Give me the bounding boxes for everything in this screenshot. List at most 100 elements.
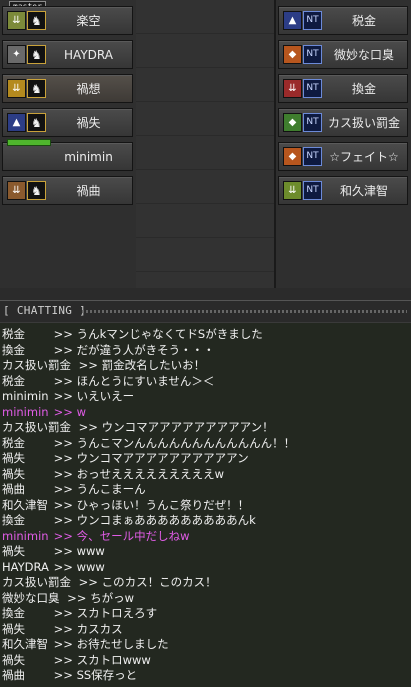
class-icon: NT xyxy=(303,147,322,166)
chat-header: [ CHATTING ] xyxy=(0,300,411,322)
chat-sender[interactable]: 税金 xyxy=(2,374,50,389)
party-member-slot[interactable]: ✦ ♞ HAYDRA xyxy=(2,40,133,69)
chat-sender[interactable]: カス扱い罰金 xyxy=(2,575,75,590)
chat-line: minimin >> w xyxy=(2,405,86,420)
chat-panel: [ CHATTING ] 税金 >> うんkマンじゃなくてドSがきました 換金 >… xyxy=(0,300,411,687)
chat-line: 微妙な口臭 >> ちがっw xyxy=(2,591,134,606)
party-member-slot[interactable]: ▲ ♞ 禍失 xyxy=(2,108,133,137)
chat-message: >> www xyxy=(53,544,105,558)
chat-line: minimin >> 今、セール中だしねw xyxy=(2,529,190,544)
chat-line: HAYDRA >> www xyxy=(2,560,105,575)
chat-line: 禍失 >> ウンコマアアアアアアアアアアン xyxy=(2,451,249,466)
chat-sender[interactable]: 禍失 xyxy=(2,467,50,482)
rank-badge-icon: ◆ xyxy=(283,113,302,132)
chat-line: カス扱い罰金 >> ウンコマアアアアアアアアアン！ xyxy=(2,420,274,435)
chat-sender[interactable]: minimin xyxy=(2,389,50,404)
chat-message: >> スカトロえろす xyxy=(53,606,158,620)
party-member-slot[interactable]: minimin xyxy=(2,139,133,171)
rank-badge-icon: ◆ xyxy=(283,45,302,64)
chat-line: 和久津智 >> ひゃっほい！うんこ祭りだぜ！！ xyxy=(2,498,249,513)
chat-message: >> おっせえええええええええw xyxy=(53,466,224,481)
chat-message: >> カスカス xyxy=(53,621,123,636)
rank-badge-icon: ⇊ xyxy=(7,79,26,98)
chat-sender[interactable]: 和久津智 xyxy=(2,498,50,513)
party-member-name: 禍想 xyxy=(76,82,101,96)
party-member-name: 楽空 xyxy=(76,14,101,28)
chat-sender[interactable]: 換金 xyxy=(2,513,50,528)
hp-bar xyxy=(7,139,51,146)
class-icon: ♞ xyxy=(27,113,46,132)
party-panel: master⇊♞楽空✦♞HAYDRA⇊♞禍想▲♞禍失minimin⇊♞禍曲 ▲N… xyxy=(0,0,411,288)
chat-header-rule xyxy=(82,310,407,313)
chat-sender[interactable]: 禍失 xyxy=(2,544,50,559)
chat-line: 換金 >> ウンコまぁあああああああああんk xyxy=(2,513,256,528)
chat-message: >> スカトロwww xyxy=(53,652,151,667)
party-member-slot[interactable]: ▲ NT 税金 xyxy=(278,6,408,35)
chat-message: >> うんkマンじゃなくてドSがきました xyxy=(53,327,263,341)
party-member-slot[interactable]: ⇊ ♞ 禍想 xyxy=(2,74,133,103)
chat-message: >> うんこマンんんんんんんんんんんんん！！ xyxy=(53,435,296,450)
chat-message: >> ウンコまぁあああああああああんk xyxy=(53,513,256,527)
party-member-slot[interactable]: ⇊ ♞ 楽空 xyxy=(2,6,133,35)
chat-line: カス扱い罰金 >> 罰金改名したいお！ xyxy=(2,358,205,373)
party-member-slot[interactable]: ⇊ NT 和久津智 xyxy=(278,176,408,205)
chat-message: >> このカス！このカス！ xyxy=(78,575,217,589)
chat-sender[interactable]: 税金 xyxy=(2,327,50,342)
party-member-name: 禍曲 xyxy=(76,184,101,198)
chat-line: 禍失 >> おっせえええええええええw xyxy=(2,467,224,482)
chat-line: 禍失 >> www xyxy=(2,544,105,559)
rank-badge-icon: ▲ xyxy=(7,113,26,132)
chat-sender[interactable]: 禍失 xyxy=(2,451,50,466)
chat-message: >> うんこまーん xyxy=(53,482,146,496)
rank-badge-icon: ⇊ xyxy=(283,79,302,98)
chat-sender[interactable]: 禍失 xyxy=(2,622,50,637)
class-icon: NT xyxy=(303,113,322,132)
chat-line: 税金 >> うんこマンんんんんんんんんんんんん！！ xyxy=(2,436,295,451)
party-member-slot[interactable]: ⇊ ♞ 禍曲 xyxy=(2,176,133,205)
party-member-name: ☆フェイト☆ xyxy=(329,150,399,164)
chat-sender[interactable]: カス扱い罰金 xyxy=(2,420,75,435)
party-member-slot[interactable]: ⇊ NT 換金 xyxy=(278,74,408,103)
chat-line: 禍失 >> カスカス xyxy=(2,622,123,637)
chat-sender[interactable]: 税金 xyxy=(2,436,50,451)
chat-sender[interactable]: 禍失 xyxy=(2,653,50,668)
party-member-slot[interactable]: ◆ NT カス扱い罰金 xyxy=(278,108,408,137)
chat-message: >> ほんとうにすいません＞＜ xyxy=(53,373,215,388)
chat-sender[interactable]: HAYDRA xyxy=(2,560,50,575)
party-member-name: 禍失 xyxy=(76,116,101,130)
chat-sender[interactable]: 微妙な口臭 xyxy=(2,591,64,606)
chat-message: >> www xyxy=(53,559,105,574)
party-member-slot[interactable]: ◆ NT 微妙な口臭 xyxy=(278,40,408,69)
party-member-name: 換金 xyxy=(351,82,376,96)
chat-sender[interactable]: 換金 xyxy=(2,606,50,621)
chat-line: 換金 >> だが違う人がきそう・・・ xyxy=(2,343,215,358)
class-icon: NT xyxy=(303,181,322,200)
chat-sender[interactable]: 換金 xyxy=(2,343,50,358)
party-member-name: 微妙な口臭 xyxy=(333,48,394,62)
chat-line: カス扱い罰金 >> このカス！このカス！ xyxy=(2,575,217,590)
chat-message: >> ひゃっほい！うんこ祭りだぜ！！ xyxy=(53,497,250,512)
chat-title: [ CHATTING ] xyxy=(3,304,87,317)
chat-message: >> だが違う人がきそう・・・ xyxy=(53,342,215,357)
chat-message: >> いえいえー xyxy=(53,389,135,403)
chat-line: 禍曲 >> SS保存っと xyxy=(2,668,137,683)
chat-message: >> 罰金改名したいお！ xyxy=(78,358,206,372)
chat-line: 税金 >> うんkマンじゃなくてドSがきました xyxy=(2,327,263,342)
chat-sender[interactable]: 禍曲 xyxy=(2,668,50,683)
chat-sender[interactable]: カス扱い罰金 xyxy=(2,358,75,373)
chat-message: >> 今、セール中だしねw xyxy=(53,528,190,543)
class-icon: ♞ xyxy=(27,79,46,98)
chat-sender[interactable]: 和久津智 xyxy=(2,637,50,652)
party-member-name: HAYDRA xyxy=(64,47,113,62)
chat-sender[interactable]: minimin xyxy=(2,405,50,420)
chat-line: 税金 >> ほんとうにすいません＞＜ xyxy=(2,374,214,389)
chat-sender[interactable]: 禍曲 xyxy=(2,482,50,497)
chat-log[interactable]: 税金 >> うんkマンじゃなくてドSがきました 換金 >> だが違う人がきそう・・… xyxy=(0,322,411,687)
class-icon: NT xyxy=(303,45,322,64)
chat-line: 禍曲 >> うんこまーん xyxy=(2,482,146,497)
party-member-slot[interactable]: ◆ NT ☆フェイト☆ xyxy=(278,142,408,171)
rank-badge-icon: ◆ xyxy=(283,147,302,166)
chat-sender[interactable]: minimin xyxy=(2,529,50,544)
party-member-name: 和久津智 xyxy=(339,184,388,198)
chat-message: >> ウンコマアアアアアアアアアアン xyxy=(53,451,249,465)
